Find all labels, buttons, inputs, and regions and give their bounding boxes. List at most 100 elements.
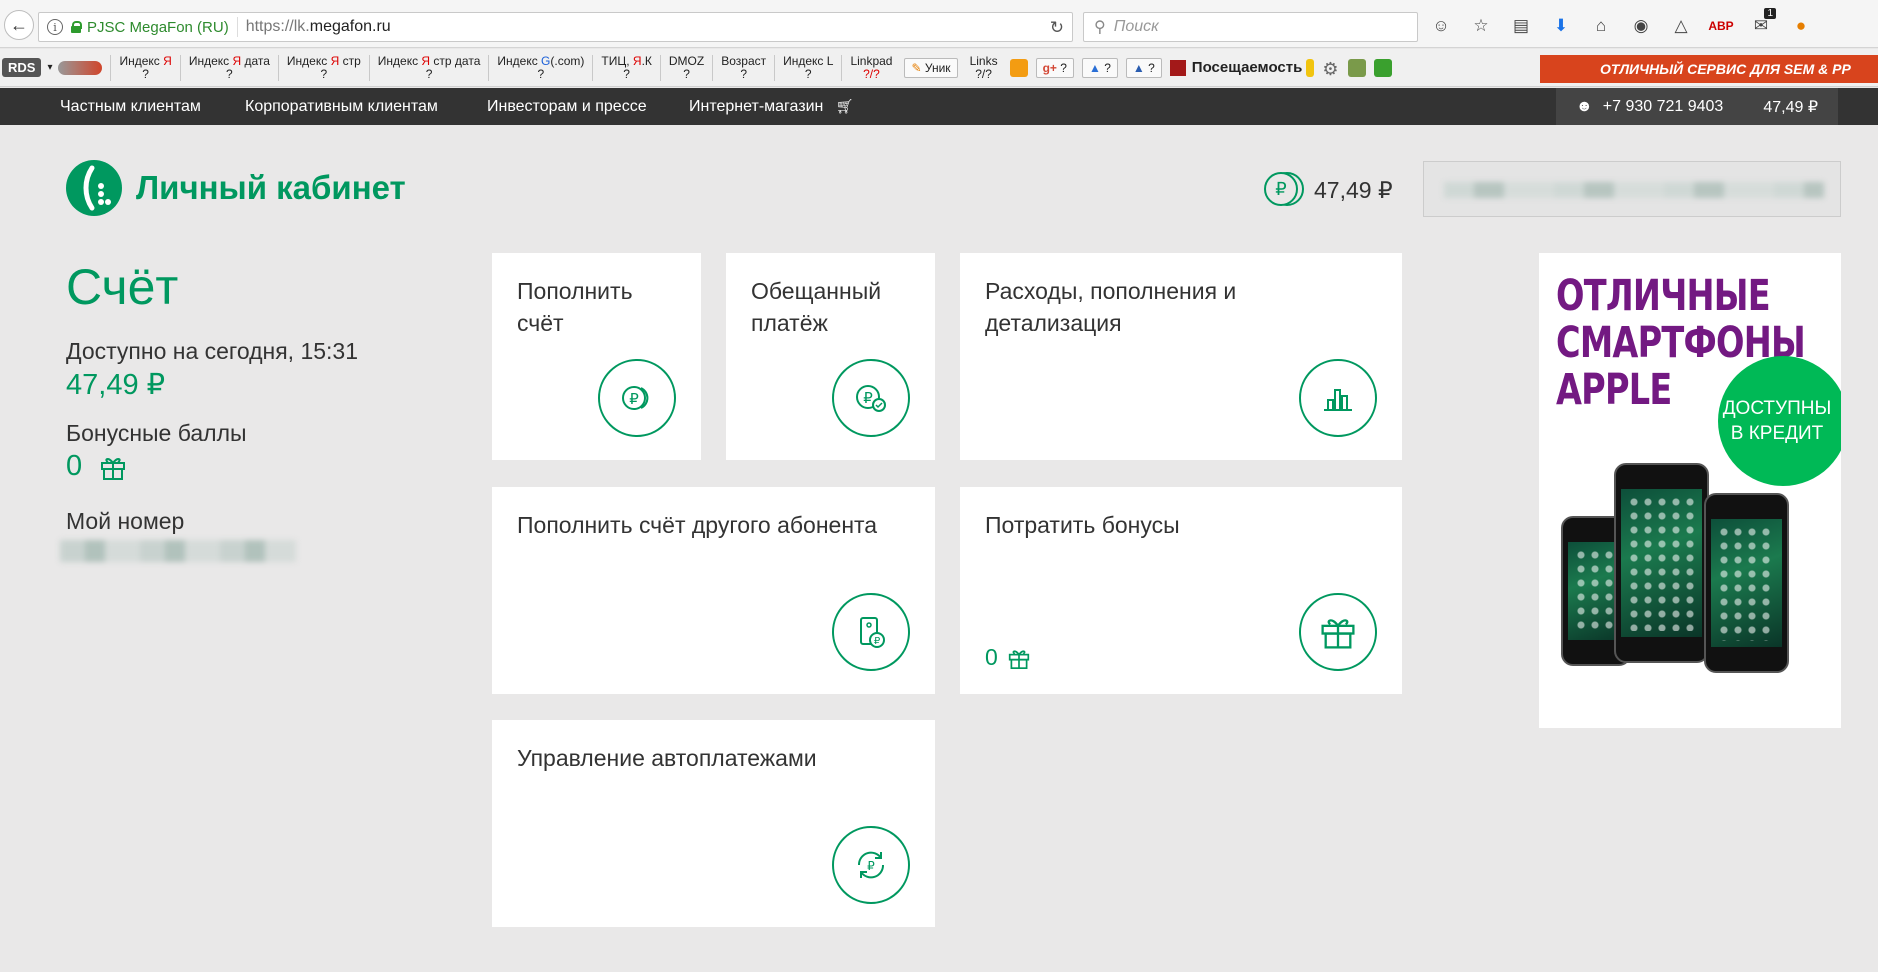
- url-text[interactable]: https://lk.megafon.ru: [246, 18, 391, 36]
- svg-text:₽: ₽: [867, 859, 875, 873]
- notifications-badge: 1: [1764, 8, 1776, 19]
- spend-bonus-count-row: 0: [985, 644, 1030, 671]
- lock-icon: [71, 21, 82, 33]
- sync-icon[interactable]: △: [1668, 14, 1694, 38]
- iphone-image: [1614, 463, 1709, 663]
- google-plus-button[interactable]: g+ ?: [1035, 57, 1074, 78]
- gift-circle-icon: [1299, 593, 1377, 671]
- pocket-icon[interactable]: ◉: [1628, 14, 1654, 38]
- spy-icon: ▲: [1132, 60, 1145, 75]
- rds-bar-button[interactable]: RDS: [2, 58, 42, 77]
- links-item[interactable]: Links ?/?: [962, 54, 1006, 81]
- header-balance[interactable]: ₽₽ 47,49 ₽: [1264, 172, 1393, 208]
- tile-promised-payment[interactable]: Обещанный платёж ₽: [726, 253, 935, 460]
- bookmark-item[interactable]: DMOZ ?: [659, 54, 712, 81]
- extension-4-icon[interactable]: [1348, 58, 1367, 77]
- iphone-image: [1704, 493, 1789, 673]
- svg-text:₽: ₽: [863, 389, 873, 407]
- back-button[interactable]: ←: [4, 10, 34, 40]
- ruble-check-icon: ₽: [832, 359, 910, 437]
- download-icon[interactable]: ⬇: [1548, 14, 1574, 38]
- tile-expenses[interactable]: Расходы, пополнения и детализация: [960, 253, 1402, 460]
- url-prefix: https://lk.: [245, 18, 310, 35]
- tile-top-up-label: Пополнить счёт: [517, 278, 633, 336]
- nav-item-shop[interactable]: Интернет-магазин 🛒︎: [689, 98, 854, 116]
- puzzle-icon[interactable]: [1374, 58, 1393, 77]
- visits-item[interactable]: Посещаемость: [1169, 59, 1302, 76]
- svg-text:₽: ₽: [874, 636, 881, 647]
- nav-item-private[interactable]: Частным клиентам: [60, 98, 201, 116]
- site-top-nav: Частным клиентам Корпоративным клиентам …: [0, 88, 1878, 125]
- tile-autopay-label: Управление автоплатежами: [517, 745, 817, 771]
- bookmark-label: ТИЦ, Я.К: [601, 53, 652, 68]
- info-icon[interactable]: i: [47, 19, 63, 35]
- tile-top-up[interactable]: Пополнить счёт ₽: [492, 253, 701, 460]
- warning-icon[interactable]: [1009, 58, 1028, 77]
- bookmark-value: ?: [683, 66, 690, 81]
- extension-3-icon[interactable]: [1306, 58, 1315, 77]
- seo-banner[interactable]: ОТЛИЧНЫЙ СЕРВИС ДЛЯ SEM & PP: [1540, 55, 1878, 83]
- unik-icon: ✎: [911, 60, 922, 75]
- spy-button[interactable]: ▲ ?: [1125, 57, 1162, 78]
- home-icon[interactable]: ⌂: [1588, 14, 1614, 38]
- tile-top-up-other-label: Пополнить счёт другого абонента: [517, 512, 878, 538]
- available-value: 47,49 ₽: [66, 369, 166, 401]
- chart-button[interactable]: ▲ ?: [1081, 57, 1118, 78]
- user-name-box[interactable]: [1423, 161, 1841, 217]
- bar-chart-icon: [1299, 359, 1377, 437]
- tile-autopay[interactable]: Управление автоплатежами ₽: [492, 720, 935, 927]
- notifications-icon[interactable]: ✉ 1: [1748, 8, 1776, 38]
- bookmark-item[interactable]: Индекс G(.com) ?: [488, 54, 592, 81]
- bookmark-item[interactable]: ТИЦ, Я.К ?: [592, 53, 660, 81]
- bookmark-value: ?: [142, 66, 149, 81]
- unik-button[interactable]: ✎ Уник: [904, 57, 958, 78]
- extension-icon[interactable]: ☺: [1428, 14, 1454, 38]
- tile-spend-bonus-label: Потратить бонусы: [985, 512, 1180, 538]
- nav-item-investors[interactable]: Инвесторам и прессе: [487, 98, 647, 116]
- bookmark-label: Индекс Я: [119, 53, 172, 68]
- bookmarks-bar: RDS ▾ Индекс Я ? Индекс Я дата ? Индекс …: [0, 49, 1878, 87]
- nav-account[interactable]: ☻︎ +7 930 721 9403 47,49 ₽: [1555, 88, 1838, 125]
- google-plus-icon: g+: [1042, 60, 1057, 75]
- bookmark-value: ?: [226, 66, 233, 81]
- megafon-logo-icon: [66, 160, 122, 216]
- blurred-user-name: [1444, 182, 1824, 198]
- adblock-icon[interactable]: ABP: [1708, 14, 1734, 38]
- bookmark-item[interactable]: Linkpad ?/?: [841, 54, 900, 81]
- bookmark-item[interactable]: Индекс Я стр дата ?: [368, 53, 489, 81]
- spy-value: ?: [1148, 60, 1155, 75]
- extension-2-icon[interactable]: ●: [1788, 14, 1814, 38]
- unik-label: Уник: [924, 60, 951, 75]
- ad-banner[interactable]: ОТЛИЧНЫЕ СМАРТФОНЫ APPLE ДОСТУПНЫ В КРЕД…: [1539, 253, 1841, 728]
- nav-item-corporate[interactable]: Корпоративным клиентам: [245, 98, 438, 116]
- bookmark-label: Индекс Я стр дата: [377, 53, 481, 68]
- tile-top-up-other[interactable]: Пополнить счёт другого абонента ₽: [492, 487, 935, 694]
- account-info: ☻︎ +7 930 721 9403: [1576, 98, 1723, 116]
- bookmark-value: ?/?: [863, 66, 880, 81]
- nav-item-shop-label: Интернет-магазин: [689, 98, 824, 115]
- user-icon: ☻︎: [1575, 97, 1593, 115]
- reading-list-icon[interactable]: ▤: [1508, 14, 1534, 38]
- search-icon: ⚲: [1094, 19, 1106, 36]
- gear-icon[interactable]: ⚙: [1322, 59, 1340, 79]
- address-bar[interactable]: i PJSC MegaFon (RU) https://lk.megafon.r…: [38, 12, 1073, 42]
- bookmark-item[interactable]: Возраст ?: [712, 54, 774, 81]
- bookmark-star-icon[interactable]: ☆: [1468, 14, 1494, 38]
- chevron-down-icon[interactable]: ▾: [47, 62, 52, 73]
- site-identity: PJSC MegaFon (RU): [87, 18, 229, 36]
- rds-slider[interactable]: [58, 60, 103, 75]
- bookmark-item[interactable]: Индекс Я дата ?: [179, 54, 278, 81]
- bookmark-item[interactable]: Индекс L ?: [774, 54, 841, 81]
- visits-icon: [1169, 59, 1186, 76]
- phone-ruble-icon: ₽: [832, 593, 910, 671]
- tile-spend-bonus[interactable]: Потратить бонусы 0: [960, 487, 1402, 694]
- bonus-row: 0: [66, 450, 126, 483]
- logo[interactable]: Личный кабинет: [66, 160, 406, 216]
- ruble-coins-icon: ₽: [598, 359, 676, 437]
- bookmark-item[interactable]: Индекс Я стр ?: [277, 54, 369, 81]
- url-host: megafon.ru: [309, 18, 391, 35]
- reload-icon[interactable]: ↻: [1050, 18, 1064, 38]
- search-input[interactable]: ⚲ Поиск: [1083, 12, 1418, 42]
- bookmark-item[interactable]: Индекс Я ?: [110, 53, 179, 81]
- bonus-label: Бонусные баллы: [66, 420, 247, 446]
